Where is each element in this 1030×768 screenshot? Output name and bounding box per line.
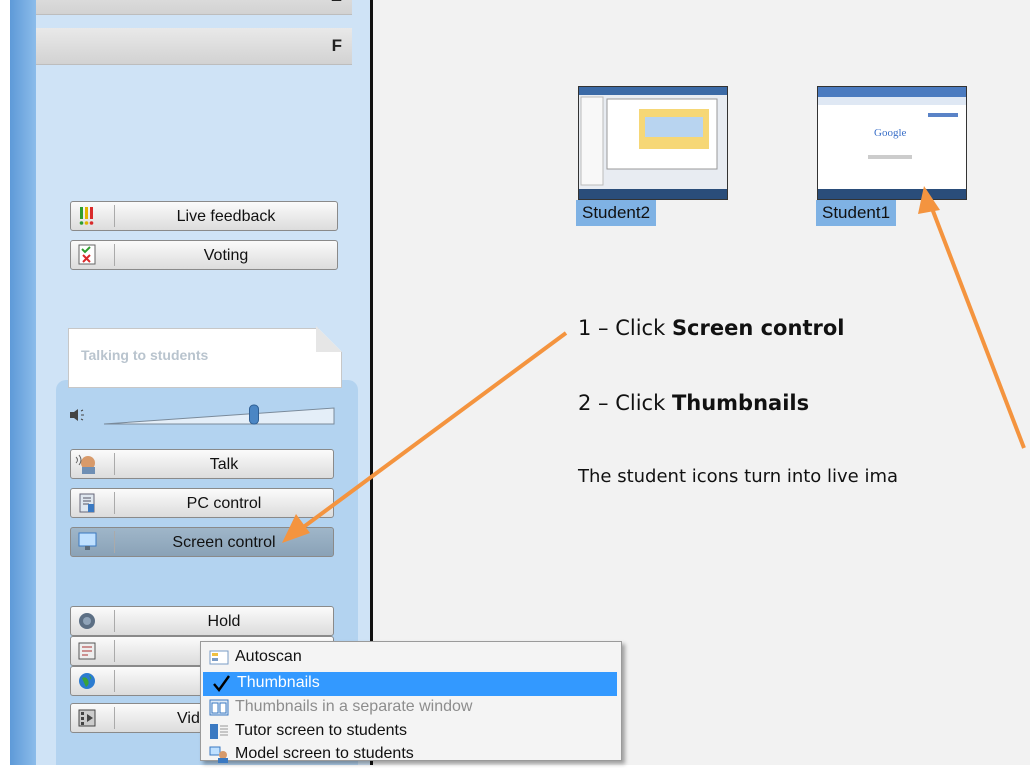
button-label: Live feedback (176, 208, 276, 225)
screen-control-menu: Autoscan Thumbnails Thumbnails in a sepa… (200, 641, 622, 763)
volume-slider[interactable] (68, 404, 338, 431)
volume-thumb (249, 404, 259, 425)
sidebar-edge (10, 0, 36, 765)
menu-item-label: Thumbnails in a separate window (235, 698, 473, 715)
web-icon (74, 670, 115, 692)
live-feedback-button[interactable]: Live feedback (70, 201, 338, 231)
screen-control-icon (74, 531, 115, 553)
student-screen-image (818, 87, 966, 199)
menu-item-autoscan[interactable]: Autoscan (201, 646, 621, 670)
student-thumbnail[interactable] (578, 86, 728, 200)
instruction-text: 1 – Click (578, 316, 672, 340)
live-feedback-icon (74, 205, 115, 227)
voting-button[interactable]: Voting (70, 240, 338, 270)
instruction-note: The student icons turn into live ima (578, 466, 899, 487)
instruction-step-1: 1 – Click Screen control (578, 316, 844, 340)
button-label: PC control (186, 495, 262, 512)
speaker-icon (70, 409, 84, 421)
instruction-emphasis: Screen control (671, 316, 845, 340)
voting-icon (74, 244, 115, 266)
autoscan-icon (209, 649, 229, 666)
hold-icon (74, 610, 115, 632)
button-label: Screen control (172, 534, 276, 551)
open-icon (74, 640, 115, 662)
student-thumbnail[interactable]: Google (817, 86, 967, 200)
talk-button[interactable]: Talk (70, 449, 334, 479)
menu-item-label: Thumbnails (237, 674, 320, 691)
pc-control-button[interactable]: PC control (70, 488, 334, 518)
tutor-screen-icon (209, 723, 229, 740)
search-logo-image: Google (874, 127, 907, 139)
student-name-label: Student1 (816, 200, 897, 226)
group-row-f[interactable]: F (36, 28, 352, 65)
menu-item-label: Autoscan (235, 648, 302, 665)
menu-item-tutor-screen[interactable]: Tutor screen to students (201, 720, 621, 744)
button-label: Voting (203, 247, 249, 264)
student-name-label: Student2 (576, 200, 657, 226)
pc-control-icon (74, 492, 115, 514)
instruction-step-2: 2 – Click Thumbnails (578, 391, 809, 415)
talking-heading: Talking to students (81, 347, 209, 363)
button-label: Hold (207, 613, 241, 630)
instruction-emphasis: Thumbnails (671, 391, 810, 415)
talking-heading-box: Talking to students (68, 328, 342, 388)
student-screen-image (579, 87, 727, 199)
folded-corner (316, 326, 342, 352)
checkmark-icon (211, 675, 231, 692)
menu-item-thumbnails-separate-window: Thumbnails in a separate window (201, 696, 621, 720)
group-row-e[interactable]: E (36, 0, 352, 15)
video-stream-icon (74, 707, 115, 729)
group-row-label: F (331, 36, 342, 55)
menu-item-model-screen[interactable]: Model screen to students (201, 743, 621, 763)
hold-button[interactable]: Hold (70, 606, 334, 636)
group-row-label: E (331, 0, 342, 6)
window-edge (0, 0, 10, 765)
model-screen-icon (209, 746, 229, 763)
separate-window-icon (209, 699, 229, 716)
menu-item-thumbnails[interactable]: Thumbnails (203, 672, 617, 696)
menu-item-label: Model screen to students (235, 745, 414, 762)
menu-item-label: Tutor screen to students (235, 722, 407, 739)
button-label: Talk (209, 456, 239, 473)
talk-icon (74, 453, 115, 475)
instruction-text: 2 – Click (578, 391, 672, 415)
screen-control-button[interactable]: Screen control (70, 527, 334, 557)
